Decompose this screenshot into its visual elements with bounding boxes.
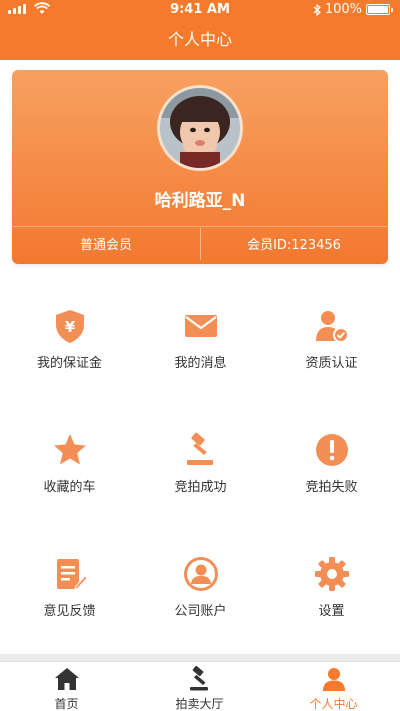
tab-label: 首页 [54, 697, 79, 711]
menu-item-feedback[interactable]: 意见反馈 [3, 528, 136, 652]
gavel-icon [187, 432, 213, 465]
page-title: 个人中心 [167, 30, 232, 49]
tab-home[interactable]: 首页 [0, 662, 133, 711]
avatar-photo [160, 88, 240, 168]
username: 哈利路亚_N [154, 191, 246, 211]
tab-label: 个人中心 [309, 697, 358, 711]
profile-card: 哈利路亚_N 普通会员 会员ID:123456 [12, 70, 388, 264]
menu-item-certification[interactable]: 资质认证 [265, 280, 398, 404]
menu-item-label: 收藏的车 [43, 480, 96, 495]
envelope-icon [185, 315, 217, 337]
menu-item-label: 公司账户 [174, 604, 227, 619]
status-bar: 9:41 AM 100% [0, 0, 400, 20]
divider [0, 654, 400, 661]
menu-item-label: 我的消息 [174, 356, 227, 371]
gear-icon [315, 557, 349, 591]
edit-note-icon [57, 559, 88, 590]
shield-yen-icon: ¥ [56, 310, 84, 343]
menu-item-label: 资质认证 [305, 356, 358, 371]
menu-item-label: 我的保证金 [36, 356, 102, 371]
menu-item-company-account[interactable]: 公司账户 [134, 528, 267, 652]
gavel-icon [190, 666, 208, 691]
svg-text:¥: ¥ [65, 318, 76, 336]
menu-item-deposit[interactable]: ¥ 我的保证金 [3, 280, 136, 404]
exclamation-circle-icon [316, 434, 348, 466]
menu-item-label: 设置 [318, 604, 345, 619]
avatar[interactable] [157, 85, 243, 171]
bluetooth-icon [313, 3, 321, 16]
tab-bar: 首页 拍卖大厅 个人中心 [0, 661, 400, 711]
battery-icon [366, 4, 393, 15]
tab-label: 拍卖大厅 [175, 697, 224, 711]
member-level: 普通会员 [79, 238, 132, 253]
battery-percent: 100% [324, 2, 362, 17]
divider [12, 226, 388, 227]
menu-item-auction-lost[interactable]: 竞拍失败 [265, 404, 398, 528]
menu-item-auction-won[interactable]: 竞拍成功 [134, 404, 267, 528]
menu-item-label: 意见反馈 [43, 604, 96, 619]
nav-bar: 个人中心 [0, 20, 400, 60]
member-id: 会员ID:123456 [247, 238, 341, 253]
menu-item-label: 竞拍失败 [305, 480, 358, 495]
tab-personal-center[interactable]: 个人中心 [267, 662, 400, 711]
menu-item-label: 竞拍成功 [174, 480, 227, 495]
home-icon [55, 668, 79, 690]
menu-item-settings[interactable]: 设置 [265, 528, 398, 652]
tab-auction-hall[interactable]: 拍卖大厅 [133, 662, 266, 711]
menu-grid: ¥ 我的保证金 我的消息 资质认证 收藏的车 竞拍成功 竞拍失败 意见反馈 公司… [0, 280, 400, 652]
menu-item-favorites[interactable]: 收藏的车 [3, 404, 136, 528]
star-icon [54, 434, 86, 465]
user-check-icon [316, 311, 349, 343]
person-icon [323, 668, 345, 691]
user-circle-icon [184, 557, 218, 591]
menu-item-messages[interactable]: 我的消息 [134, 280, 267, 404]
